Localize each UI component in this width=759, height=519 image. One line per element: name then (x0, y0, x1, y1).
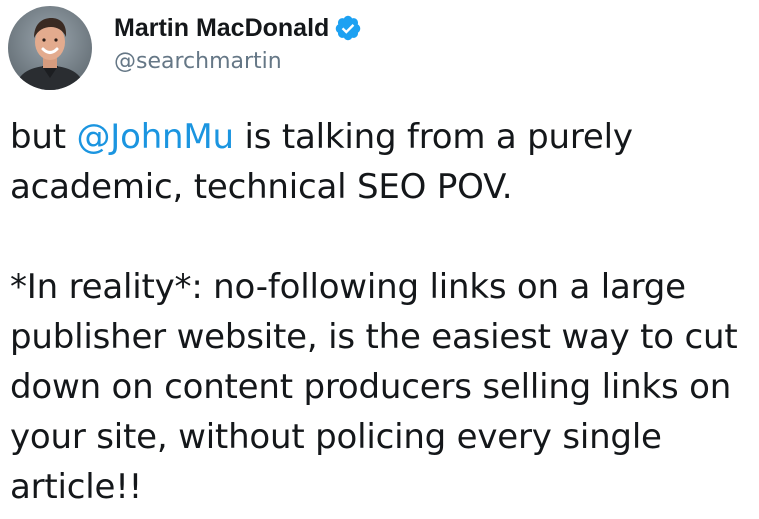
author-name-row[interactable]: Martin MacDonald (114, 13, 362, 43)
tweet-paragraph-1: but @JohnMu is talking from a purely aca… (10, 112, 755, 212)
verified-badge-icon (334, 14, 362, 42)
author-handle[interactable]: @searchmartin (114, 49, 362, 75)
tweet-header: Martin MacDonald @searchmartin (8, 6, 362, 90)
profile-photo-icon (8, 6, 92, 90)
tweet-text-segment: but (10, 117, 77, 157)
mention-link[interactable]: @JohnMu (76, 117, 234, 157)
avatar[interactable] (8, 6, 92, 90)
tweet-body: but @JohnMu is talking from a purely aca… (10, 112, 755, 512)
tweet-paragraph-2: *In reality*: no-following links on a la… (10, 267, 738, 507)
tweet-card: Martin MacDonald @searchmartin but @John… (0, 0, 759, 519)
author-info: Martin MacDonald @searchmartin (114, 13, 362, 75)
display-name[interactable]: Martin MacDonald (114, 13, 329, 43)
